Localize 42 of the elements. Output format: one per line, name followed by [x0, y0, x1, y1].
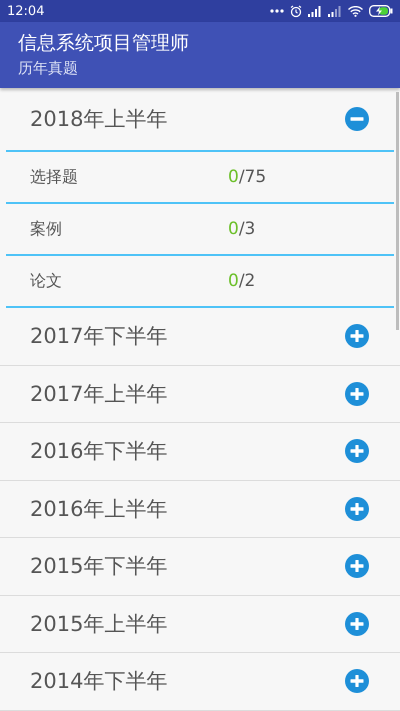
expand-icon[interactable]: [345, 612, 369, 636]
expand-icon[interactable]: [345, 324, 369, 348]
year-title: 2018年上半年: [30, 106, 168, 133]
year-section-header[interactable]: 2015年下半年: [0, 538, 400, 596]
year-title: 2017年上半年: [30, 380, 168, 408]
question-type-row[interactable]: 案例 0/3: [6, 204, 394, 256]
battery-charging-icon: [369, 5, 393, 17]
expand-icon[interactable]: [345, 496, 369, 521]
year-section-header[interactable]: 2016年下半年: [0, 423, 400, 480]
year-section-header[interactable]: 2014年下半年: [0, 653, 400, 710]
expand-icon[interactable]: [345, 669, 369, 694]
year-title: 2015年下半年: [30, 553, 168, 580]
app-subtitle: 历年真题: [18, 58, 79, 79]
question-type-label: 论文: [30, 270, 63, 292]
progress-count: 0/75: [228, 167, 266, 187]
progress-count: 0/3: [228, 219, 256, 239]
question-type-label: 选择题: [30, 166, 79, 188]
year-section-header[interactable]: 2018年上半年: [6, 88, 394, 152]
question-type-row[interactable]: 选择题 0/75: [6, 152, 394, 204]
year-title: 2016年下半年: [30, 438, 168, 466]
year-title: 2017年下半年: [30, 323, 168, 350]
expand-icon[interactable]: [345, 382, 369, 406]
expand-icon[interactable]: [345, 439, 369, 464]
signal-icon: [328, 6, 342, 16]
status-time: 12:04: [7, 4, 44, 18]
app-title: 信息系统项目管理师: [18, 31, 190, 56]
year-title: 2015年上半年: [30, 610, 168, 638]
year-section-header[interactable]: 2017年上半年: [0, 366, 400, 423]
year-section-header[interactable]: 2015年上半年: [0, 596, 400, 653]
expand-icon[interactable]: [345, 554, 369, 578]
year-section-header[interactable]: 2016年上半年: [0, 480, 400, 538]
alarm-icon: [290, 4, 302, 18]
collapse-icon[interactable]: [345, 107, 369, 131]
progress-count: 0/2: [228, 271, 256, 291]
more-dots-icon: [270, 9, 284, 13]
year-section-header[interactable]: 2017年下半年: [0, 308, 400, 366]
wifi-icon: [348, 6, 363, 16]
year-title: 2014年下半年: [30, 668, 168, 696]
year-title: 2016年上半年: [30, 496, 168, 523]
question-type-row[interactable]: 论文 0/2: [6, 256, 394, 308]
question-type-label: 案例: [30, 218, 63, 240]
signal-icon: [308, 6, 322, 16]
